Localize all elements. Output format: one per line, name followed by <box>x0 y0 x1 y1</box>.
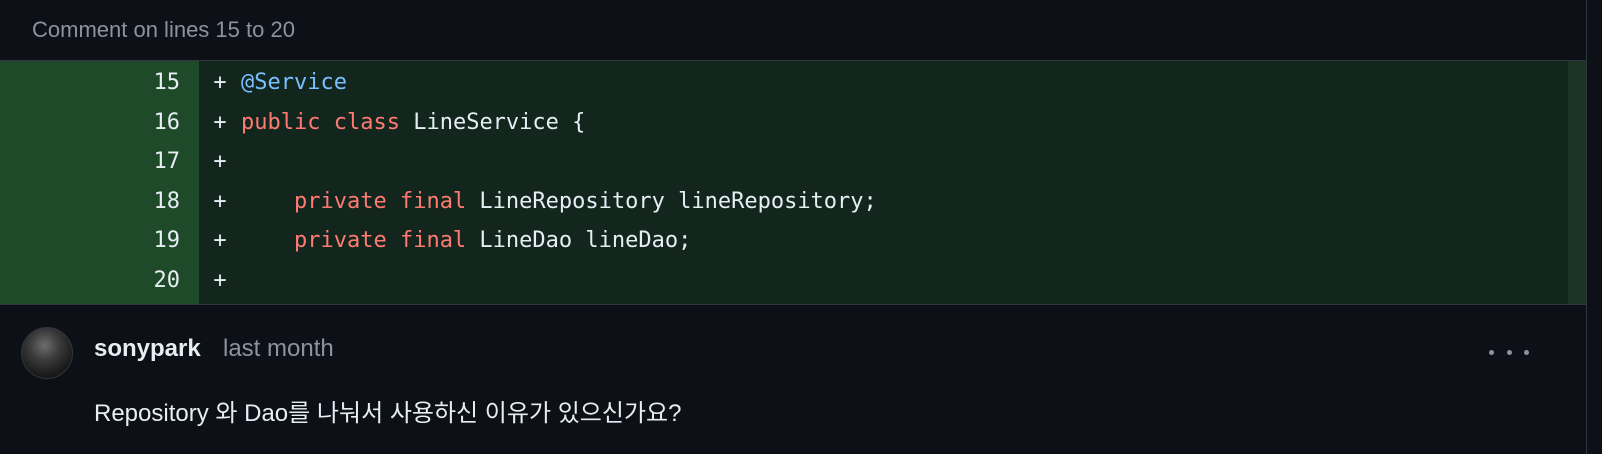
thread-header: Comment on lines 15 to 20 <box>0 0 1586 61</box>
code-token: LineDao lineDao; <box>466 228 692 253</box>
code-token: private <box>293 228 387 253</box>
line-number[interactable]: 15 <box>0 63 181 103</box>
line-number[interactable]: 20 <box>0 261 181 301</box>
code-content: private final LineDao lineDao; <box>241 221 691 261</box>
diff-line: 18 + private final LineRepository lineRep… <box>0 182 1586 222</box>
diff-line: 19 + private final LineDao lineDao; <box>0 221 1586 261</box>
more-dot <box>1489 349 1494 355</box>
code-content: @Service <box>241 63 347 103</box>
added-marker: + <box>213 70 227 95</box>
code-content: private final LineRepository lineReposit… <box>241 182 877 222</box>
code-token: private <box>293 188 387 214</box>
comment-author[interactable]: sonypark <box>94 335 201 363</box>
added-marker: + <box>213 228 227 253</box>
code-token: final <box>399 188 467 214</box>
diff-line: 15 + @Service <box>0 63 1586 103</box>
code-token: @Service <box>241 70 347 95</box>
diff-line: 17 + <box>0 142 1586 182</box>
line-number[interactable]: 18 <box>0 182 181 222</box>
more-options-icon[interactable] <box>1489 339 1529 365</box>
more-dot <box>1524 349 1529 355</box>
code-content: public class LineService { <box>241 103 585 143</box>
added-marker: + <box>213 188 227 214</box>
code-token: public <box>241 109 321 135</box>
diff-snippet: 15 + @Service 16 + public class LineService {… <box>0 61 1586 305</box>
added-marker: + <box>213 109 227 135</box>
line-number[interactable]: 17 <box>0 142 181 182</box>
code-token: LineService { <box>399 109 586 135</box>
code-token: final <box>399 228 467 253</box>
added-marker: + <box>213 267 227 293</box>
review-comment-thread: Comment on lines 15 to 20 15 + @Service 16 +… <box>0 0 1587 454</box>
thread-title[interactable]: Comment on lines 15 to 20 <box>32 17 295 43</box>
code-token: class <box>333 109 400 135</box>
line-number[interactable]: 19 <box>0 221 181 261</box>
comment-body: Repository 와 Dao를 나눠서 사용하신 이유가 있으신가요? <box>94 400 682 427</box>
more-dot <box>1506 349 1512 355</box>
line-number[interactable]: 16 <box>0 103 181 143</box>
comment: sonypark last month Repository 와 Dao를 나눠… <box>0 305 1587 454</box>
comment-timestamp[interactable]: last month <box>223 335 334 363</box>
diff-line: 20 + <box>0 261 1586 301</box>
added-marker: + <box>213 149 227 174</box>
diff-lines: 15 + @Service 16 + public class LineService {… <box>0 63 1586 300</box>
code-token: LineRepository lineRepository; <box>466 188 877 214</box>
avatar[interactable] <box>21 327 73 379</box>
diff-line: 16 + public class LineService { <box>0 103 1586 143</box>
